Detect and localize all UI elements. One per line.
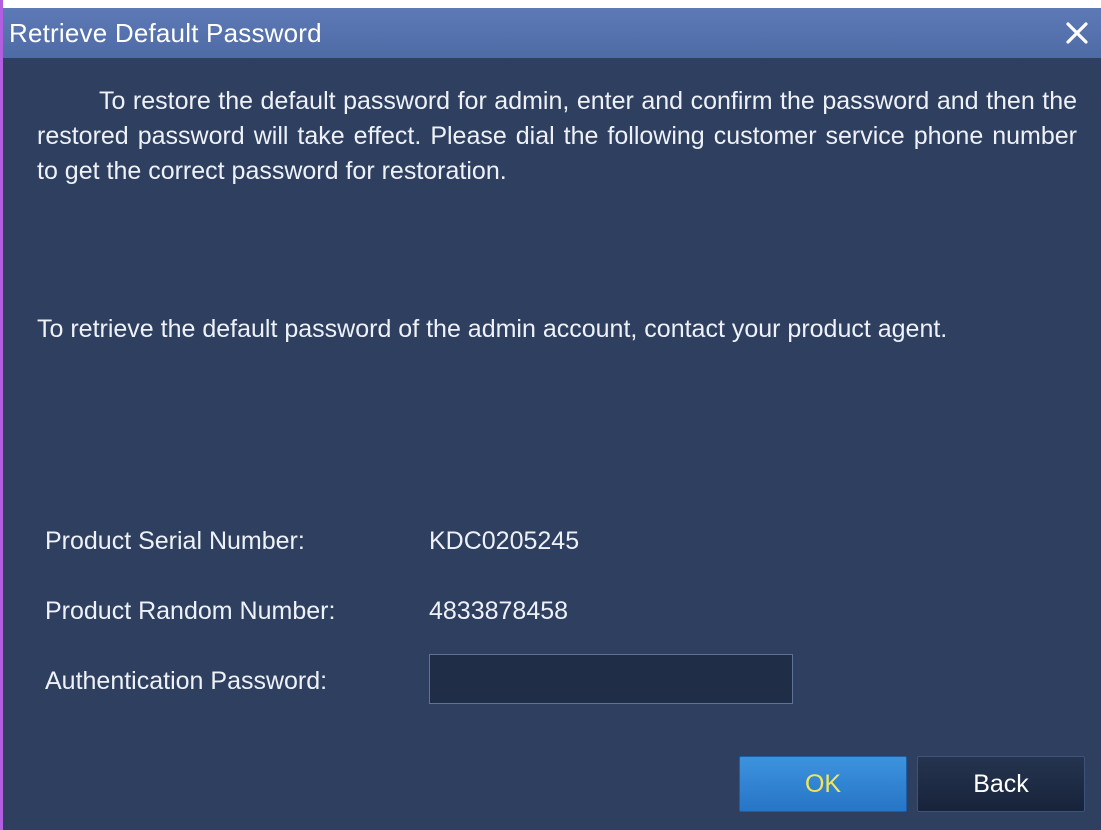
restore-instructions-text: To restore the default password for admi… [37,87,1077,185]
back-button[interactable]: Back [917,756,1085,812]
random-number-label: Product Random Number: [45,597,336,625]
close-icon[interactable] [1061,16,1093,50]
serial-number-value: KDC0205245 [429,527,580,555]
contact-agent-text: To retrieve the default password of the … [37,315,948,343]
dialog-title: Retrieve Default Password [9,18,322,48]
ok-button[interactable]: OK [739,756,907,812]
serial-number-label: Product Serial Number: [45,527,305,555]
auth-password-label: Authentication Password: [45,667,328,695]
dialog-titlebar: Retrieve Default Password [3,0,1101,58]
random-number-value: 4833878458 [429,597,569,625]
auth-password-input[interactable] [429,654,793,704]
retrieve-password-dialog: Retrieve Default Password To restore the… [0,0,1101,830]
